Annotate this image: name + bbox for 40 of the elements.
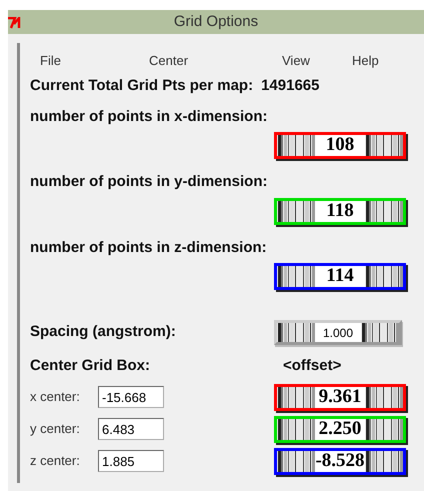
thumbwheel[interactable]: 108 xyxy=(274,132,406,159)
wheel-grip-icon xyxy=(365,450,403,472)
wheel-grip-icon xyxy=(365,135,403,156)
spacing-label: Spacing (angstrom): xyxy=(30,322,176,342)
window-title: Grid Options xyxy=(174,12,258,32)
menu-item[interactable]: Help xyxy=(352,51,379,70)
menu-item[interactable]: Center xyxy=(149,51,282,70)
thumbwheel[interactable]: 118 xyxy=(274,198,406,224)
field-label: x center: xyxy=(30,388,81,406)
wheel-grip-icon xyxy=(277,135,315,156)
dimension-label: number of points in x-dimension: xyxy=(30,106,268,126)
wheel-grip-icon xyxy=(277,323,315,342)
thumbwheel[interactable]: -8.528 xyxy=(274,448,406,474)
wheel-grip-icon xyxy=(361,323,399,342)
section-label: Center Grid Box: xyxy=(30,356,152,376)
wheel-grip-icon xyxy=(365,200,403,222)
thumbwheel[interactable]: 1.000 xyxy=(274,320,402,345)
wheel-grip-icon xyxy=(277,418,315,440)
thumbwheel[interactable]: 2.250 xyxy=(274,416,406,442)
thumbwheel[interactable]: 9.361 xyxy=(274,384,406,410)
dimension-label: number of points in z-dimension: xyxy=(30,238,268,258)
input-field[interactable]: -15.668 xyxy=(98,386,164,408)
field-label: y center: xyxy=(30,420,81,438)
wheel-grip-icon xyxy=(277,450,315,472)
total-value: 1491665 xyxy=(261,76,320,96)
wheel-grip-icon xyxy=(365,386,403,408)
wheel-grip-icon xyxy=(365,418,403,440)
thumbwheel[interactable]: 114 xyxy=(274,263,406,290)
wheel-grip-icon xyxy=(365,266,403,287)
input-field[interactable]: 1.885 xyxy=(98,450,164,472)
menu-item[interactable]: File xyxy=(40,51,149,70)
wheel-grip-icon xyxy=(277,200,315,222)
dimension-label: number of points in y-dimension: xyxy=(30,172,268,192)
input-field[interactable]: 6.483 xyxy=(98,418,164,440)
column-header: <offset> xyxy=(283,356,342,376)
total-label: Current Total Grid Pts per map: xyxy=(30,76,254,96)
field-label: z center: xyxy=(30,452,81,470)
wheel-grip-icon xyxy=(277,266,315,287)
wheel-grip-icon xyxy=(277,386,315,408)
menu-item[interactable]: View xyxy=(282,51,352,70)
